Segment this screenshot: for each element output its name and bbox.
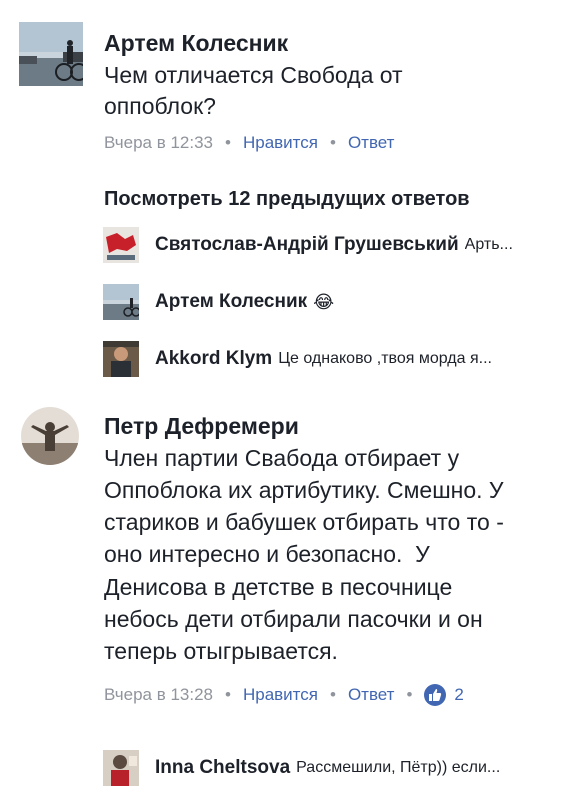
comment-author[interactable]: Артем Колесник bbox=[104, 30, 288, 57]
comment-text-line: Оппоблока их артибутику. Смешно. У bbox=[104, 477, 504, 503]
comment-text-line: Денисова в детстве в песочнице bbox=[104, 574, 453, 600]
like-link[interactable]: Нравится bbox=[243, 685, 318, 705]
comment-text-line: небось дети отбирали пасочки и он bbox=[104, 606, 483, 632]
reactions-count[interactable]: 2 bbox=[454, 685, 463, 705]
reply-item[interactable]: Артем Колесник 😂 bbox=[103, 284, 334, 320]
separator: • bbox=[225, 685, 231, 704]
view-previous-replies-link[interactable]: Посмотреть 12 предыдущих ответов bbox=[104, 188, 470, 211]
timestamp: Вчера в 13:28 bbox=[104, 685, 214, 704]
separator: • bbox=[329, 133, 336, 152]
comment-text-line: теперь отыгрывается. bbox=[104, 638, 338, 664]
reply-author[interactable]: Святослав-Андрій Грушевський bbox=[155, 234, 459, 256]
comment-text-line: Чем отличается Свобода от bbox=[104, 62, 403, 88]
avatar-petr[interactable] bbox=[21, 407, 79, 465]
separator: • bbox=[329, 685, 336, 704]
comment-text-line: стариков и бабушек отбирать что то - bbox=[104, 509, 504, 535]
reply-link[interactable]: Ответ bbox=[348, 685, 395, 705]
comment-text-line: оно интересно и безопасно. У bbox=[104, 541, 430, 567]
reply-link[interactable]: Ответ bbox=[348, 133, 395, 152]
avatar-inna[interactable] bbox=[103, 750, 139, 786]
avatar-akkord[interactable] bbox=[103, 341, 139, 377]
reply-item[interactable]: Akkord Klym Це однаково ,твоя морда я... bbox=[103, 341, 563, 377]
reply-item[interactable]: Святослав-Андрій Грушевський Арть... bbox=[103, 227, 563, 263]
reply-snippet: Це однаково ,твоя морда я... bbox=[278, 350, 492, 367]
like-link[interactable]: Нравится bbox=[243, 133, 318, 152]
reply-item[interactable]: Inna Cheltsova Рассмешили, Пётр)) если..… bbox=[103, 750, 563, 786]
avatar-artem[interactable] bbox=[19, 22, 83, 86]
separator: • bbox=[406, 685, 413, 704]
laughing-emoji-icon: 😂 bbox=[313, 291, 335, 312]
comment-meta: Вчера в 13:28 • Нравится • Ответ • 2 bbox=[104, 684, 464, 706]
reply-author[interactable]: Akkord Klym bbox=[155, 348, 272, 370]
comment-meta: Вчера в 12:33 • Нравится • Ответ bbox=[104, 133, 394, 153]
comment-author[interactable]: Петр Дефремери bbox=[104, 413, 299, 440]
comment-text-line: оппоблок? bbox=[104, 93, 216, 119]
comment-text-line: Член партии Свабода отбирает у bbox=[104, 445, 460, 471]
reply-snippet: Рассмешили, Пётр)) если... bbox=[296, 759, 501, 776]
avatar-artem-small[interactable] bbox=[103, 284, 139, 320]
separator: • bbox=[225, 133, 231, 152]
reply-snippet: Арть... bbox=[464, 236, 513, 253]
timestamp: Вчера в 12:33 bbox=[104, 133, 214, 152]
reply-author[interactable]: Inna Cheltsova bbox=[155, 757, 290, 779]
avatar-sviatoslav[interactable] bbox=[103, 227, 139, 263]
thumbs-up-icon[interactable] bbox=[424, 684, 447, 706]
reply-author[interactable]: Артем Колесник bbox=[155, 291, 307, 313]
